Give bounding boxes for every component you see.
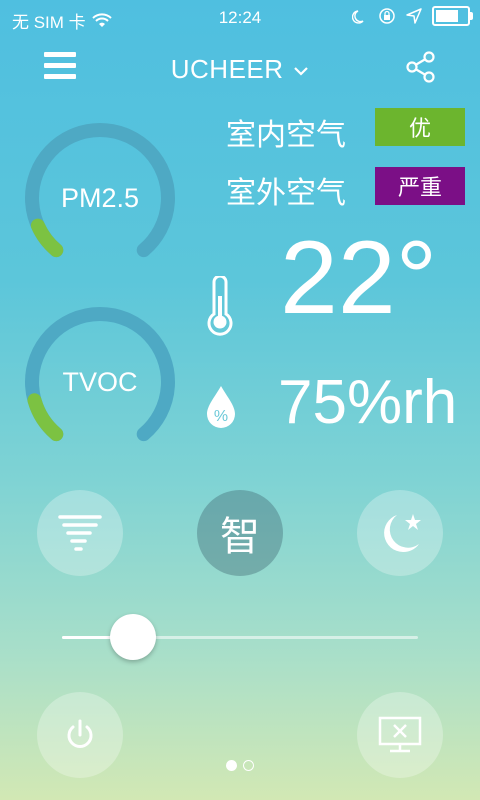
moon-star-icon	[384, 514, 421, 553]
sleep-mode-button[interactable]	[357, 490, 443, 576]
status-bar: 无 SIM 卡 12:24	[0, 0, 480, 36]
screen-off-icon	[378, 716, 422, 753]
fan-speed-slider-thumb[interactable]	[109, 614, 156, 660]
moon-icon	[352, 10, 364, 24]
pm25-gauge[interactable]: PM2.5	[20, 118, 180, 278]
rotation-lock-icon	[379, 8, 395, 24]
battery-icon	[432, 6, 473, 26]
pm25-label: PM2.5	[60, 182, 140, 213]
page-dot[interactable]	[243, 760, 254, 771]
indoor-air-badge: 优	[375, 108, 465, 146]
status-right	[352, 6, 473, 26]
water-drop-icon: %	[207, 386, 235, 428]
outdoor-air-badge: 严重	[375, 167, 465, 205]
share-icon[interactable]	[404, 50, 436, 84]
turbo-mode-button[interactable]	[37, 490, 123, 576]
chevron-down-icon	[294, 67, 309, 76]
tvoc-gauge[interactable]: TVOC	[20, 302, 180, 462]
device-title: UCHEER	[170, 54, 284, 84]
battery-fill	[436, 10, 459, 22]
humidity-value: 75%rh	[278, 368, 458, 437]
smart-mode-button[interactable]: 智	[197, 490, 283, 576]
indoor-air-label: 室内空气	[226, 119, 346, 152]
svg-text:%: %	[214, 408, 228, 425]
temperature-value: 22°	[280, 220, 438, 336]
power-icon	[67, 719, 93, 748]
smart-mode-label: 智	[220, 515, 260, 559]
tornado-icon	[58, 515, 102, 551]
page-indicator	[0, 760, 480, 771]
tvoc-label: TVOC	[62, 366, 138, 397]
page-dot[interactable]	[226, 760, 237, 771]
thermometer-icon	[207, 276, 233, 336]
outdoor-air-label: 室外空气	[226, 177, 346, 210]
location-arrow-icon	[406, 8, 422, 24]
